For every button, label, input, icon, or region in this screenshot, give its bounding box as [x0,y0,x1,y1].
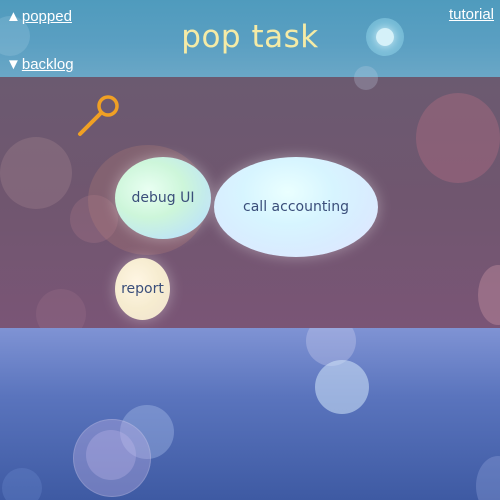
header-bar: ▲popped pop task tutorial ▼backlog [0,0,500,90]
task-bubble-call-accounting[interactable]: call accounting [214,157,378,257]
bokeh-light [478,265,500,325]
app-page: ▲popped pop task tutorial ▼backlog debug… [0,0,500,500]
tutorial-link[interactable]: tutorial [449,6,494,24]
bokeh-light [416,93,500,183]
search-icon[interactable] [76,92,122,138]
bokeh-light [0,137,72,209]
bokeh-light [2,468,42,500]
down-arrow-icon: ▼ [6,56,21,73]
task-label: call accounting [243,199,349,215]
task-bubble-report[interactable]: report [115,258,170,320]
backlog-link[interactable]: ▼backlog [6,56,74,74]
backlog-label: backlog [21,56,74,73]
bokeh-light [306,328,356,366]
backlog-area [0,328,500,500]
app-title: pop task [181,19,319,55]
bokeh-light [73,419,151,497]
bokeh-light [86,430,136,480]
bokeh-light [70,195,118,243]
search-icon-graphic [78,95,119,136]
task-bubble-debug-ui[interactable]: debug UI [115,157,211,239]
task-label: debug UI [131,190,195,206]
bokeh-light [476,456,500,500]
bokeh-light [120,405,174,459]
bokeh-light [315,360,369,414]
task-label: report [121,281,164,297]
bokeh-light [36,289,86,328]
